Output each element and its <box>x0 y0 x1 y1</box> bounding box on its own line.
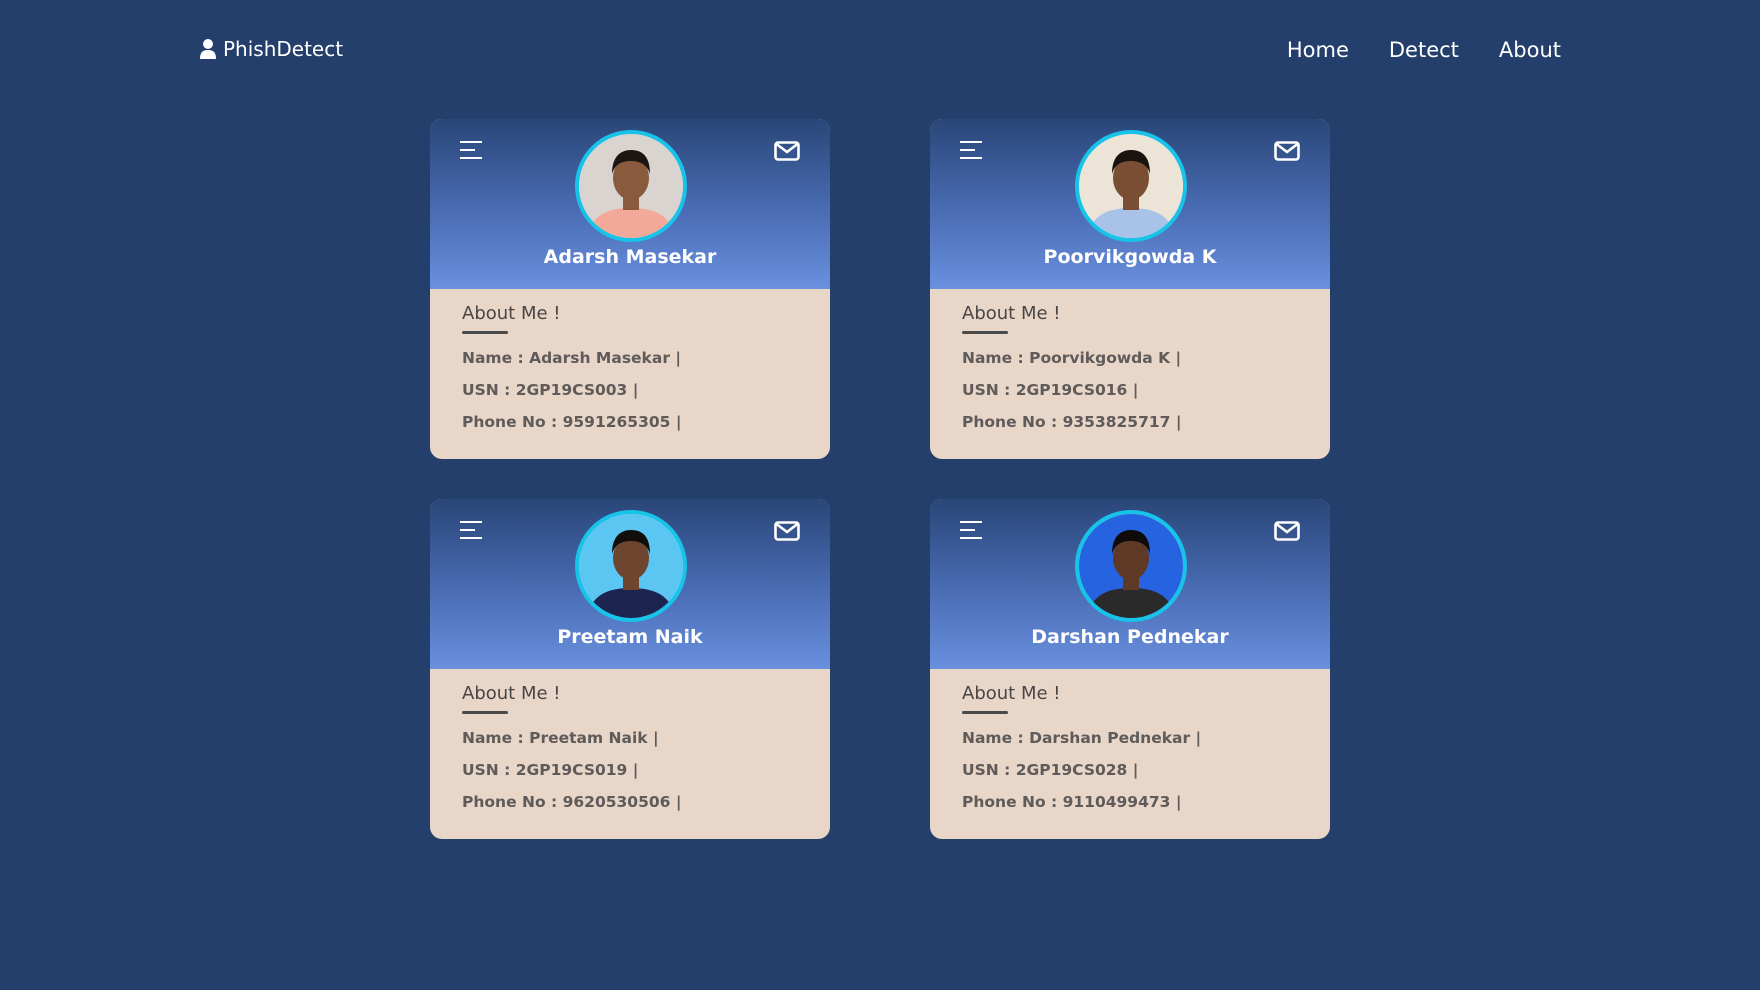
card-body: About Me ! Name : Darshan Pednekar | USN… <box>930 669 1330 812</box>
about-underline <box>462 711 508 714</box>
member-name: Darshan Pednekar <box>1031 626 1229 648</box>
card-header: Preetam Naik <box>430 499 830 669</box>
info-name: Name : Poorvikgowda K | <box>962 349 1182 367</box>
about-underline <box>962 331 1008 334</box>
avatar <box>1075 130 1187 242</box>
info-phone: Phone No : 9591265305 | <box>462 413 682 431</box>
card-header: Poorvikgowda K <box>930 119 1330 289</box>
info-usn: USN : 2GP19CS019 | <box>462 761 639 779</box>
about-title: About Me ! <box>962 303 1061 324</box>
info-usn: USN : 2GP19CS016 | <box>962 381 1139 399</box>
avatar-photo <box>1079 514 1183 618</box>
about-title: About Me ! <box>462 303 561 324</box>
card-header: Darshan Pednekar <box>930 499 1330 669</box>
info-name: Name : Preetam Naik | <box>462 729 659 747</box>
menu-icon[interactable] <box>460 519 484 541</box>
card-body: About Me ! Name : Adarsh Masekar | USN :… <box>430 289 830 432</box>
nav-link-about[interactable]: About <box>1499 36 1561 64</box>
profile-card-4: Darshan Pednekar About Me ! Name : Darsh… <box>930 499 1330 839</box>
info-name: Name : Adarsh Masekar | <box>462 349 682 367</box>
info-name: Name : Darshan Pednekar | <box>962 729 1202 747</box>
avatar <box>575 510 687 622</box>
about-title: About Me ! <box>462 683 561 704</box>
info-phone: Phone No : 9620530506 | <box>462 793 682 811</box>
menu-icon[interactable] <box>960 519 984 541</box>
about-underline <box>962 711 1008 714</box>
menu-icon[interactable] <box>960 139 984 161</box>
profile-card-3: Preetam Naik About Me ! Name : Preetam N… <box>430 499 830 839</box>
nav-link-detect[interactable]: Detect <box>1389 36 1459 64</box>
brand-label: PhishDetect <box>223 37 344 61</box>
mail-icon[interactable] <box>1274 141 1300 161</box>
nav-links: Home Detect About <box>1287 36 1561 64</box>
card-body: About Me ! Name : Poorvikgowda K | USN :… <box>930 289 1330 432</box>
nav-link-home[interactable]: Home <box>1287 36 1349 64</box>
card-header: Adarsh Masekar <box>430 119 830 289</box>
profile-card-2: Poorvikgowda K About Me ! Name : Poorvik… <box>930 119 1330 459</box>
user-icon <box>200 39 216 59</box>
member-name: Poorvikgowda K <box>1043 246 1217 268</box>
info-usn: USN : 2GP19CS028 | <box>962 761 1139 779</box>
member-name: Preetam Naik <box>557 626 703 648</box>
mail-icon[interactable] <box>774 521 800 541</box>
brand[interactable]: PhishDetect <box>199 36 343 62</box>
info-phone: Phone No : 9353825717 | <box>962 413 1182 431</box>
about-title: About Me ! <box>962 683 1061 704</box>
card-body: About Me ! Name : Preetam Naik | USN : 2… <box>430 669 830 812</box>
info-phone: Phone No : 9110499473 | <box>962 793 1182 811</box>
member-name: Adarsh Masekar <box>543 246 717 268</box>
menu-icon[interactable] <box>460 139 484 161</box>
team-cards: Adarsh Masekar About Me ! Name : Adarsh … <box>430 119 1330 839</box>
avatar-photo <box>579 514 683 618</box>
avatar <box>1075 510 1187 622</box>
navbar: PhishDetect Home Detect About <box>0 0 1760 100</box>
mail-icon[interactable] <box>774 141 800 161</box>
avatar <box>575 130 687 242</box>
profile-card-1: Adarsh Masekar About Me ! Name : Adarsh … <box>430 119 830 459</box>
mail-icon[interactable] <box>1274 521 1300 541</box>
about-underline <box>462 331 508 334</box>
avatar-photo <box>1079 134 1183 238</box>
info-usn: USN : 2GP19CS003 | <box>462 381 639 399</box>
avatar-photo <box>579 134 683 238</box>
